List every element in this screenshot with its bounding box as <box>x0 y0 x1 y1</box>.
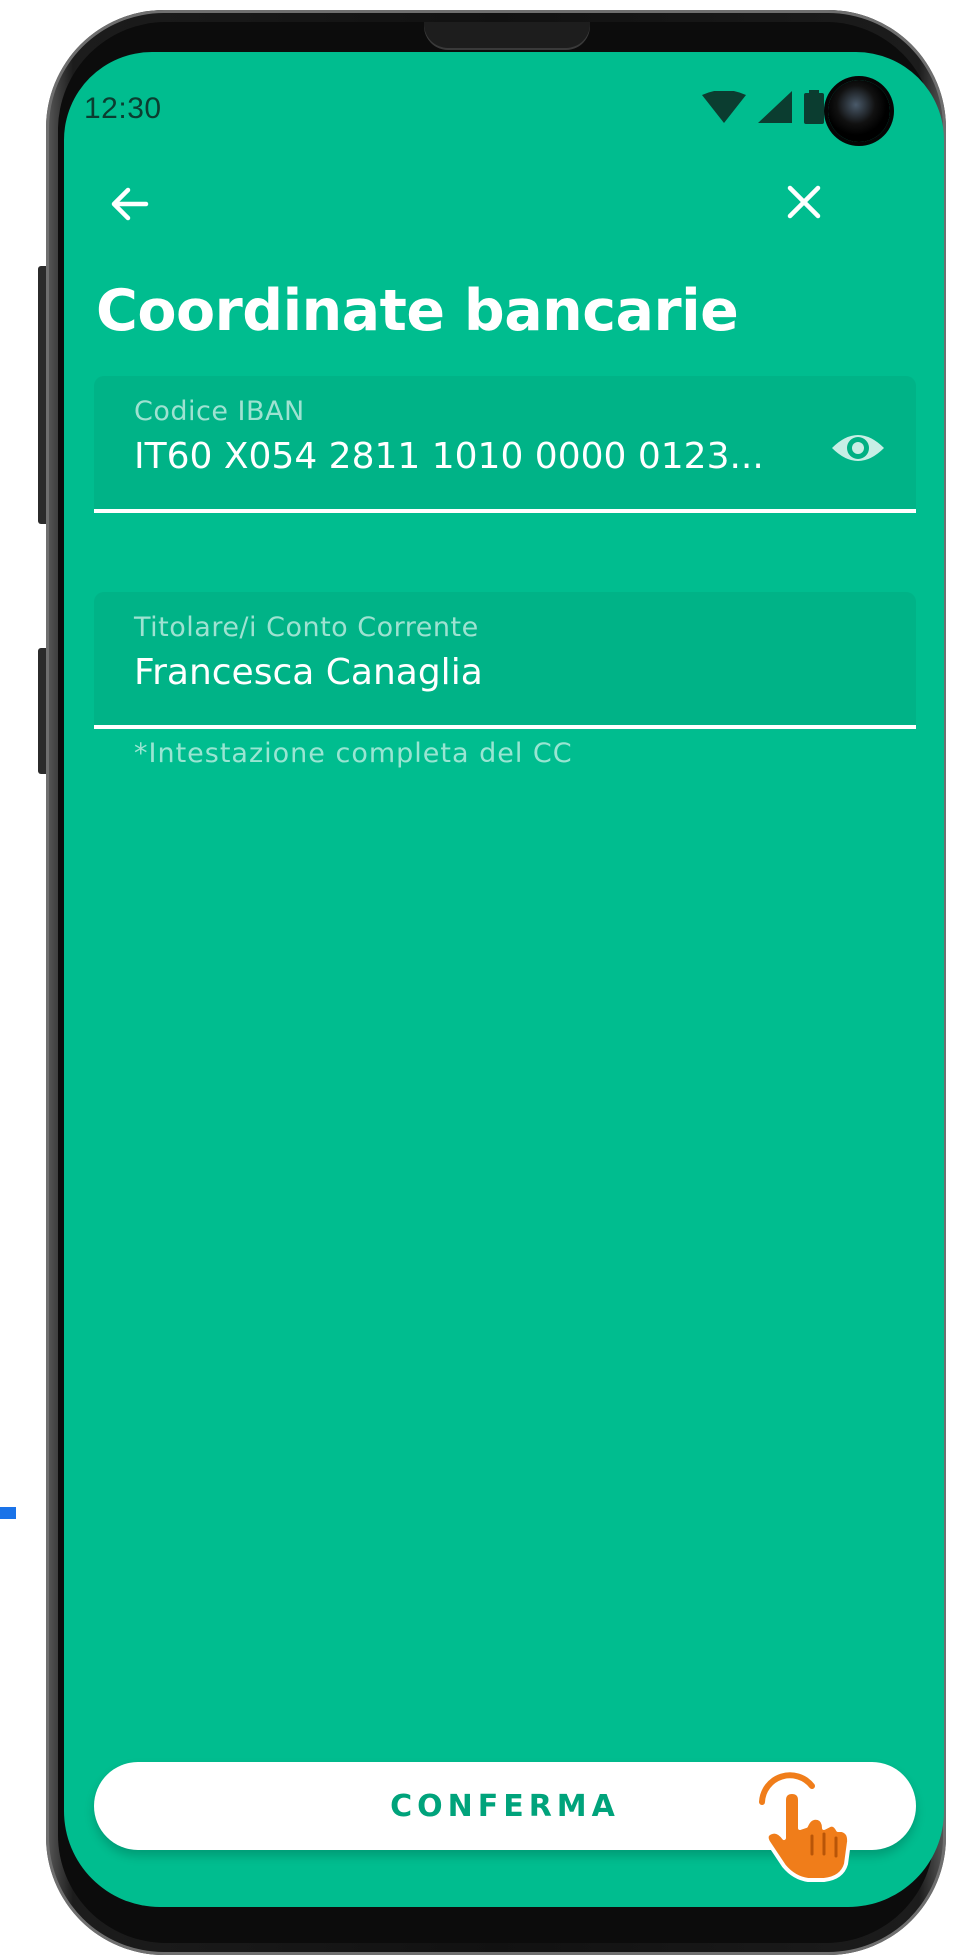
side-marker <box>0 1507 16 1519</box>
page-title: Coordinate bancarie <box>96 278 739 344</box>
battery-icon <box>804 90 824 124</box>
back-button[interactable] <box>106 180 154 228</box>
confirm-label: CONFERMA <box>390 1788 620 1824</box>
arrow-left-icon <box>111 187 149 221</box>
speaker-grille <box>424 22 590 50</box>
eye-icon <box>832 435 884 461</box>
stage: 12:30 Coordinate bancarie Codice IBAN IT… <box>0 0 963 1955</box>
close-icon <box>787 185 821 219</box>
cell-signal-icon <box>758 91 792 123</box>
status-icons <box>702 90 824 124</box>
iban-label: Codice IBAN <box>134 396 305 427</box>
front-camera <box>828 80 890 142</box>
hand-pointer-icon <box>759 1772 852 1882</box>
close-button[interactable] <box>780 178 828 226</box>
show-iban-button[interactable] <box>830 420 886 476</box>
app-screen: 12:30 Coordinate bancarie Codice IBAN IT… <box>64 52 944 1907</box>
account-holder-helper: *Intestazione completa del CC <box>134 738 573 769</box>
account-holder-value[interactable]: Francesca Canaglia <box>134 652 483 693</box>
account-holder-label: Titolare/i Conto Corrente <box>134 612 479 643</box>
iban-field[interactable]: Codice IBAN IT60 X054 2811 1010 0000 012… <box>94 376 916 513</box>
status-time: 12:30 <box>84 92 162 125</box>
account-holder-field[interactable]: Titolare/i Conto Corrente Francesca Cana… <box>94 592 916 729</box>
wifi-icon <box>702 91 746 123</box>
iban-value[interactable]: IT60 X054 2811 1010 0000 0123... <box>134 436 764 477</box>
